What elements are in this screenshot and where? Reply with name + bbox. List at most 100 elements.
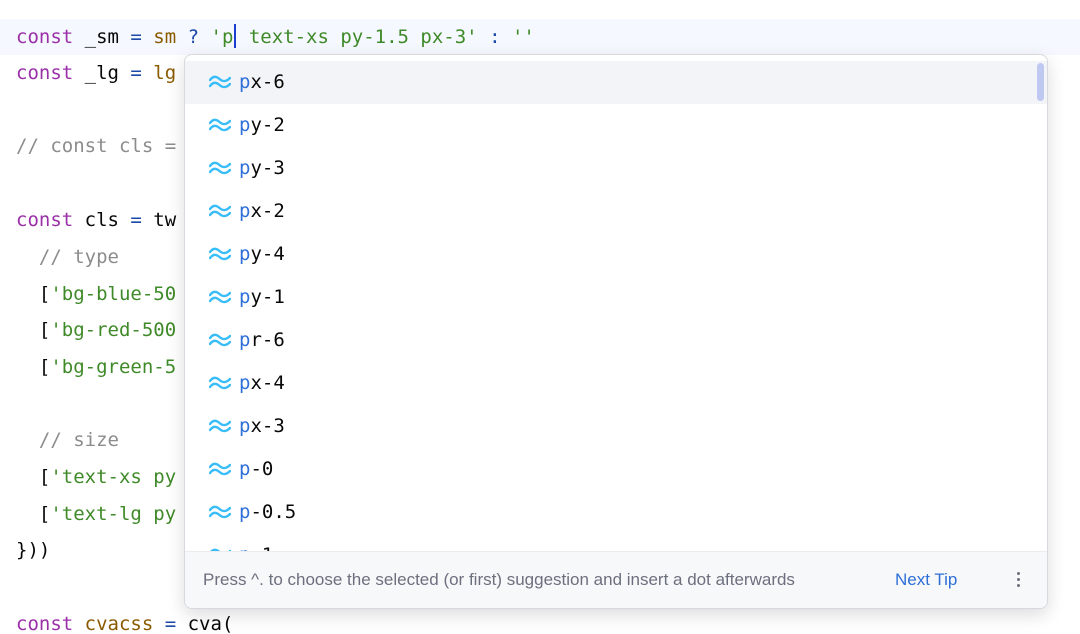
completion-footer: Press ^. to choose the selected (or firs… [185,551,1047,608]
code-line-13[interactable]: const cvacss = cva( [16,606,233,634]
completion-item-match: p [239,329,251,351]
operator: = [164,613,177,634]
string-literal: 'bg-blue-50 [50,283,177,305]
tailwind-icon [209,118,231,132]
code-line-5[interactable]: // type [16,239,119,275]
tailwind-icon [209,161,231,175]
completion-item-label: r-6 [250,329,285,351]
code-line-3[interactable]: // const cls = [16,128,176,164]
completion-hint: Press ^. to choose the selected (or firs… [203,570,795,589]
completion-item-match: p [239,458,251,480]
keyword: const [16,209,74,231]
string-literal: '' [500,26,535,48]
completion-item[interactable]: px-4 [185,362,1047,405]
more-vertical-icon[interactable] [1013,570,1023,590]
identifier: cls [73,209,131,231]
completion-item[interactable]: py-4 [185,233,1047,276]
keyword: const [16,613,74,634]
identifier: cvacss [73,613,165,634]
code-line-6[interactable]: ['bg-blue-50 [16,276,176,312]
variable: sm [141,26,188,48]
completion-item-match: p [239,243,251,265]
code-line-11[interactable]: ['text-lg py [16,496,176,532]
completion-item[interactable]: p-0.5 [185,491,1047,534]
identifier: _lg [73,62,131,84]
function-call: tw [141,209,177,231]
completion-item-match: p [239,114,251,136]
completion-item-label: y-2 [250,114,285,136]
completion-item-label: x-6 [250,71,285,93]
bracket: [ [16,319,51,341]
tailwind-icon [209,333,231,347]
code-line-12[interactable]: })) [16,532,50,568]
completion-item-match: p [239,200,251,222]
completion-popup[interactable]: px-6 py-2 py-3 px-2 py-4 py-1 pr-6 px-4 px-3 p-0 p… [184,54,1048,609]
comment: // size [16,429,119,451]
completion-item-match: p [239,372,251,394]
keyword: const [16,62,74,84]
string-literal: 'p [199,26,234,48]
completion-item-label: x-4 [250,372,285,394]
next-tip-link[interactable]: Next Tip [895,552,957,608]
operator: = [130,62,142,84]
completion-item[interactable]: p-1 [185,534,1047,552]
completion-item[interactable]: py-3 [185,147,1047,190]
string-literal: 'bg-green-5 [50,356,177,378]
bracket: [ [16,503,51,525]
completion-item-label: y-1 [250,286,285,308]
tailwind-icon [209,290,231,304]
function-call: cva( [176,613,234,634]
code-line-9[interactable]: // size [16,422,119,458]
tailwind-icon [209,204,231,218]
bracket: [ [16,283,51,305]
tailwind-icon [209,75,231,89]
operator: ? [187,26,200,48]
keyword: const [16,26,74,48]
tailwind-icon [209,376,231,390]
string-literal: 'bg-red-500 [50,319,177,341]
completion-item[interactable]: p-0 [185,448,1047,491]
completion-item[interactable]: pr-6 [185,319,1047,362]
completion-item-match: p [239,286,251,308]
bracket: [ [16,466,51,488]
operator: = [130,26,142,48]
code-line-10[interactable]: ['text-xs py [16,459,176,495]
code-line-2[interactable]: const _lg = lg [16,55,176,91]
tailwind-icon [209,419,231,433]
completion-scrollbar[interactable] [1037,63,1044,101]
closing-brackets: })) [16,539,51,561]
tailwind-icon [209,462,231,476]
completion-item-match: p [239,157,251,179]
string-literal: 'text-xs py [50,466,177,488]
completion-list[interactable]: px-6 py-2 py-3 px-2 py-4 py-1 pr-6 px-4 px-3 p-0 p… [185,61,1047,552]
code-line-1[interactable]: const _sm = sm ? 'p text-xs py-1.5 px-3'… [0,19,1080,55]
variable: lg [141,62,177,84]
code-line-7[interactable]: ['bg-red-500 [16,312,176,348]
completion-item[interactable]: px-2 [185,190,1047,233]
completion-item-label: -0 [250,458,274,480]
identifier: _sm [73,26,131,48]
string-literal: 'text-lg py [50,503,177,525]
code-line-4[interactable]: const cls = tw [16,202,176,238]
completion-item-label: x-2 [250,200,285,222]
tailwind-icon [209,505,231,519]
completion-item-label: y-4 [250,243,285,265]
completion-item-label: y-3 [250,157,285,179]
operator: = [130,209,142,231]
bracket: [ [16,356,51,378]
tailwind-icon [209,247,231,261]
code-line-8[interactable]: ['bg-green-5 [16,349,176,385]
completion-item[interactable]: py-1 [185,276,1047,319]
completion-item[interactable]: py-2 [185,104,1047,147]
completion-item-label: -0.5 [250,501,297,523]
operator: : [477,26,501,48]
completion-item-match: p [239,415,251,437]
completion-item-label: x-3 [250,415,285,437]
completion-item[interactable]: px-3 [185,405,1047,448]
comment: // const cls = [16,135,177,157]
completion-item-match: p [239,501,251,523]
completion-item[interactable]: px-6 [185,61,1047,104]
completion-item-match: p [239,71,251,93]
comment: // type [16,246,119,268]
string-literal: text-xs py-1.5 px-3' [237,26,478,48]
